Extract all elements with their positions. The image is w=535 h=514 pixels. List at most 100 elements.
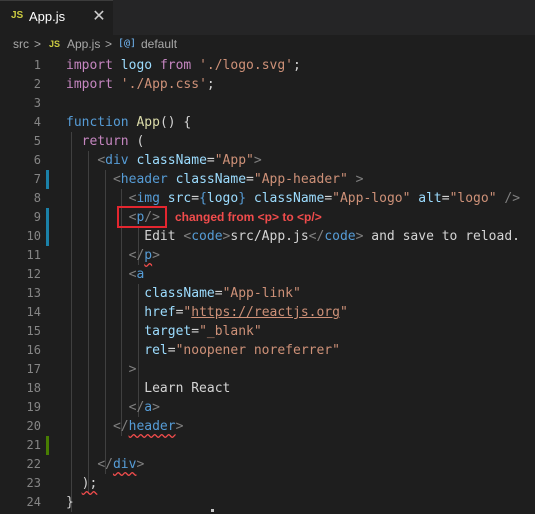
code-token: > (253, 153, 262, 168)
code-line[interactable]: 6 <div className="App"> (0, 151, 535, 170)
code-line[interactable]: 12 <a (0, 265, 535, 284)
code-token: header (128, 419, 176, 434)
code-line[interactable]: 10 Edit <code>src/App.js</code> and save… (0, 227, 535, 246)
code-text: import './App.css'; (66, 76, 215, 93)
code-token: src (167, 191, 192, 206)
code-token: ( (128, 134, 145, 149)
line-number: 17 (26, 362, 41, 376)
code-token: { (199, 191, 207, 206)
code-editor[interactable]: 1 import logo from './logo.svg'; 2 import '… (0, 55, 535, 514)
code-token: </ (97, 457, 113, 472)
code-text: import logo from './logo.svg'; (66, 57, 301, 74)
code-token: alt (418, 191, 442, 206)
code-token: logo (206, 191, 239, 206)
javascript-file-icon: JS (49, 39, 61, 49)
breadcrumb-folder[interactable]: src (13, 37, 29, 51)
code-token: () { (159, 115, 192, 130)
code-token: } (66, 495, 74, 510)
code-line[interactable]: 22 </div> (0, 455, 535, 474)
modified-line-marker[interactable] (46, 227, 49, 246)
code-token: > (152, 400, 160, 415)
code-line[interactable]: 18 Learn React (0, 379, 535, 398)
code-token: = (214, 286, 223, 301)
code-line[interactable]: 16 rel="noopener noreferrer" (0, 341, 535, 360)
code-text: className="App-link" (66, 285, 301, 302)
code-token: code (191, 229, 223, 244)
annotation-box (117, 206, 167, 228)
code-text: ); (66, 475, 98, 492)
code-text: rel="noopener noreferrer" (66, 342, 340, 359)
code-line[interactable]: 23 ); (0, 474, 535, 493)
breadcrumb-symbol[interactable]: default (141, 37, 177, 51)
code-token: className (136, 153, 207, 168)
code-token: "App-header" (253, 172, 348, 187)
code-token: ; (293, 58, 301, 73)
code-line[interactable]: 2 import './App.css'; (0, 75, 535, 94)
code-text: > (66, 361, 137, 378)
code-token: = (246, 172, 254, 187)
line-number: 14 (26, 305, 41, 319)
code-token: = (191, 191, 200, 206)
code-line[interactable]: 15 target="_blank" (0, 322, 535, 341)
code-token: } (238, 191, 247, 206)
code-token: > (152, 248, 160, 263)
code-line[interactable]: 11 </p> (0, 246, 535, 265)
code-line[interactable]: 7 <header className="App-header" > (0, 170, 535, 189)
code-line[interactable]: 17 > (0, 360, 535, 379)
code-token: </ (128, 400, 145, 415)
code-token: p (144, 248, 153, 263)
code-token: Edit (66, 229, 184, 244)
tab-label: App.js (29, 9, 66, 24)
code-token: import (66, 58, 113, 73)
line-number: 24 (26, 495, 41, 509)
line-number: 19 (26, 400, 41, 414)
tab-app-js[interactable]: JS App.js ✕ (0, 0, 113, 35)
line-number: 20 (26, 419, 41, 433)
code-token: = (441, 191, 450, 206)
modified-line-marker[interactable] (46, 208, 49, 227)
added-line-marker[interactable] (46, 436, 49, 455)
code-line[interactable]: 3 (0, 94, 535, 113)
code-token: "App-logo" (332, 191, 411, 206)
breadcrumb-file[interactable]: App.js (67, 37, 100, 51)
code-line[interactable]: 21 (0, 436, 535, 455)
code-token: < (97, 153, 106, 168)
code-line[interactable]: 19 </a> (0, 398, 535, 417)
code-token: return (81, 134, 129, 149)
code-line[interactable]: 8 <img src={logo} className="App-logo" a… (0, 189, 535, 208)
code-token: > (175, 419, 184, 434)
code-text: Learn React (66, 380, 230, 397)
code-line[interactable]: 20 </header> (0, 417, 535, 436)
line-number: 22 (26, 457, 41, 471)
code-line[interactable]: 24} (0, 493, 535, 512)
code-token: > (347, 172, 364, 187)
code-text: return ( (66, 133, 145, 150)
code-line[interactable]: 13 className="App-link" (0, 284, 535, 303)
line-number: 13 (26, 286, 41, 300)
code-line[interactable]: 4 function App() { (0, 113, 535, 132)
annotation-text: changed from <p> to <p/> (175, 210, 322, 224)
code-token: className (175, 172, 247, 187)
chevron-right-icon: > (105, 37, 113, 51)
code-line[interactable]: 14 href="https://reactjs.org" (0, 303, 535, 322)
line-number: 3 (33, 96, 41, 110)
line-number: 23 (26, 476, 41, 490)
code-text: target="_blank" (66, 323, 261, 340)
code-token: src/App.js (230, 229, 309, 244)
close-icon[interactable]: ✕ (90, 6, 108, 26)
line-number: 4 (33, 115, 41, 129)
code-text: </a> (66, 399, 160, 416)
code-line[interactable]: 1 import logo from './logo.svg'; (0, 56, 535, 75)
code-line[interactable]: 5 return ( (0, 132, 535, 151)
code-token: import (66, 77, 113, 92)
modified-line-marker[interactable] (46, 170, 49, 189)
